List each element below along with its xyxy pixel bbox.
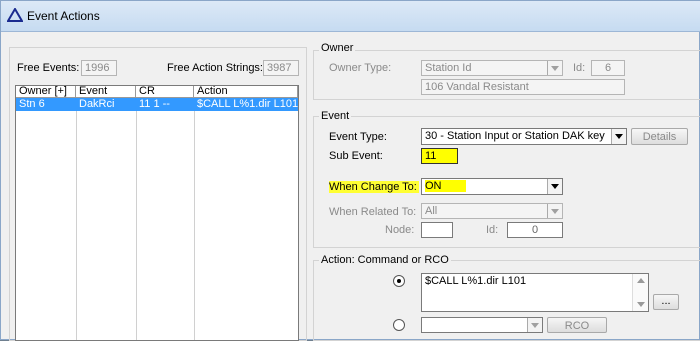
chevron-down-icon [547, 204, 562, 218]
row-cr: 11 1 -- [139, 98, 170, 110]
row-action: $CALL L%1.dir L101 [197, 98, 299, 110]
event-group-title: Event [319, 110, 352, 122]
owner-description: 106 Vandal Resistant [421, 79, 625, 95]
column-divider [76, 98, 77, 340]
when-related-value: All [425, 205, 438, 217]
rco-select[interactable] [421, 317, 543, 333]
title-bar[interactable]: Event Actions [1, 1, 700, 32]
scroll-down-icon[interactable] [637, 302, 645, 307]
window-title: Event Actions [27, 9, 100, 23]
event-actions-window: Event Actions Free Events: 1996 Free Act… [0, 0, 700, 341]
column-header-owner[interactable]: Owner [+] [16, 86, 76, 98]
node-field[interactable] [421, 222, 453, 238]
row-owner: Stn 6 [19, 98, 45, 110]
chevron-down-icon[interactable] [527, 318, 542, 332]
owner-type-value: Station Id [425, 62, 472, 74]
scroll-up-icon[interactable] [637, 278, 645, 283]
table-row[interactable]: Stn 6 DakRci 11 1 -- $CALL L%1.dir L101 [16, 98, 298, 111]
free-action-strings-value: 3987 [263, 60, 299, 76]
column-divider [194, 98, 195, 340]
column-header-action[interactable]: Action [194, 86, 298, 98]
command-radio[interactable] [393, 275, 405, 287]
when-change-value: ON [425, 180, 466, 192]
when-change-label: When Change To: [329, 181, 419, 193]
rco-radio[interactable] [393, 319, 405, 331]
owner-id-field: 6 [591, 60, 625, 76]
column-header-cr[interactable]: CR [136, 86, 194, 98]
action-group-title: Action: Command or RCO [319, 254, 451, 266]
when-related-select: All [421, 203, 563, 219]
column-header-event[interactable]: Event [76, 86, 136, 98]
event-type-value: 30 - Station Input or Station DAK key [425, 130, 605, 142]
row-event: DakRci [79, 98, 115, 110]
sub-event-field[interactable]: 11 [421, 148, 458, 164]
chevron-down-icon[interactable] [547, 179, 562, 194]
command-value: $CALL L%1.dir L101 [425, 275, 527, 287]
event-list[interactable]: Owner [+] Event CR Action Stn 6 DakRci 1… [15, 85, 299, 341]
event-type-select[interactable]: 30 - Station Input or Station DAK key [421, 128, 627, 145]
node-label: Node: [385, 224, 415, 236]
chevron-down-icon[interactable] [611, 129, 626, 144]
event-type-label: Event Type: [329, 131, 387, 143]
free-action-strings-label: Free Action Strings: [167, 62, 263, 74]
details-button[interactable]: Details [631, 128, 688, 145]
app-triangle-icon [7, 8, 23, 22]
chevron-down-icon [547, 61, 562, 75]
free-events-value: 1996 [81, 60, 117, 76]
free-events-label: Free Events: [17, 62, 80, 74]
command-scrollbar[interactable] [632, 274, 648, 311]
owner-type-label: Owner Type: [329, 62, 392, 74]
rco-button[interactable]: RCO [547, 317, 607, 333]
command-textarea[interactable]: $CALL L%1.dir L101 [421, 273, 649, 312]
event-id-field[interactable]: 0 [507, 222, 563, 238]
browse-button[interactable]: ... [653, 294, 679, 310]
when-change-select[interactable]: ON [421, 178, 563, 195]
column-divider [136, 98, 137, 340]
sub-event-label: Sub Event: [329, 150, 383, 162]
owner-type-select: Station Id [421, 60, 563, 76]
owner-id-label: Id: [573, 62, 586, 74]
event-id-label: Id: [486, 224, 499, 236]
when-related-label: When Related To: [329, 206, 417, 218]
owner-group-title: Owner [319, 42, 356, 54]
